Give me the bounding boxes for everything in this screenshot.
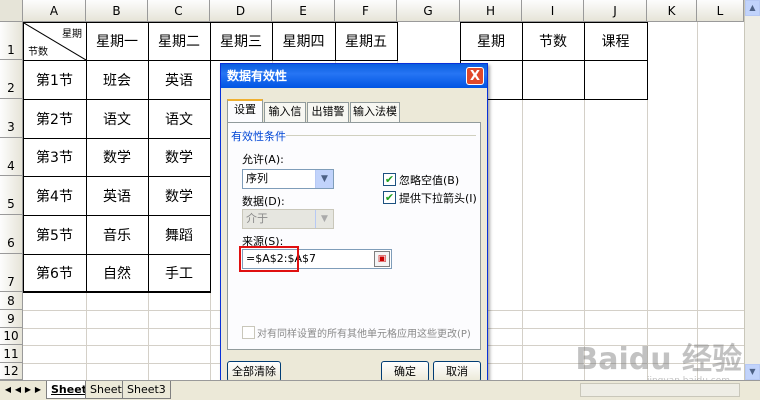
apply-all-label: 对有同样设置的所有其他单元格应用这些更改(P): [257, 329, 471, 340]
period-label: 节数: [28, 47, 48, 58]
cell-period[interactable]: 第4节: [23, 176, 86, 215]
cell-course[interactable]: 数学: [148, 138, 210, 176]
row-header-9[interactable]: 9: [0, 310, 23, 328]
cell-course[interactable]: 自然: [86, 254, 148, 292]
clear-all-button[interactable]: 全部清除(C): [227, 361, 281, 397]
dialog-title: 数据有效性: [221, 64, 487, 88]
cell-a1-diagonal-header[interactable]: 星期 节数: [24, 23, 86, 60]
cell-i1[interactable]: 节数: [522, 22, 584, 60]
in-cell-dropdown-checkbox[interactable]: ✔: [383, 191, 396, 204]
ignore-blank-label: 忽略空值(B): [399, 174, 460, 187]
range-picker-icon[interactable]: ▣: [374, 251, 390, 267]
cell-course[interactable]: 手工: [148, 254, 210, 292]
ignore-blank-checkbox[interactable]: ✔: [383, 173, 396, 186]
data-label: 数据(D):: [242, 195, 285, 208]
column-header-i[interactable]: I: [522, 0, 584, 22]
baidu-watermark: Baidu 经验: [575, 342, 742, 377]
horizontal-scrollbar[interactable]: [580, 383, 740, 397]
row-header-2[interactable]: 2: [0, 60, 23, 99]
allow-label: 允许(A):: [242, 153, 284, 166]
cell-course[interactable]: 语文: [86, 99, 148, 138]
next-sheet-icon[interactable]: ▶: [23, 384, 33, 396]
prev-sheet-icon[interactable]: ◀: [13, 384, 23, 396]
cell-period[interactable]: 第2节: [23, 99, 86, 138]
row-header-7[interactable]: 7: [0, 254, 23, 292]
cell-course[interactable]: 数学: [86, 138, 148, 176]
settings-panel: 有效性条件 允许(A): 序列 ▼ 数据(D): 介于 ▼ ✔ 忽略空值(B) …: [227, 122, 481, 350]
row-header-5[interactable]: 5: [0, 176, 23, 215]
tab-settings[interactable]: 设置: [227, 99, 263, 123]
row-header-11[interactable]: 11: [0, 345, 23, 363]
cell-course[interactable]: 英语: [86, 176, 148, 215]
chevron-down-icon: ▼: [315, 210, 333, 228]
cell-day[interactable]: 星期三: [210, 22, 272, 60]
scroll-up-arrow-icon[interactable]: ▲: [745, 0, 760, 16]
scroll-down-arrow-icon[interactable]: ▼: [745, 364, 760, 380]
cell-h1[interactable]: 星期: [460, 22, 522, 60]
column-header-h[interactable]: H: [460, 0, 522, 22]
data-validation-dialog: 数据有效性 X 设置 输入信息 出错警告 输入法模式 有效性条件 允许(A): …: [220, 63, 488, 397]
row-header-1[interactable]: 1: [0, 22, 23, 60]
cell-period[interactable]: 第1节: [23, 60, 86, 99]
allow-value: 序列: [246, 172, 268, 185]
tab-error-alert[interactable]: 出错警告: [307, 102, 349, 136]
column-header-l[interactable]: L: [697, 0, 744, 22]
tab-input-message[interactable]: 输入信息: [264, 102, 306, 136]
cell-day[interactable]: 星期一: [86, 22, 148, 60]
apply-all-checkbox: [242, 326, 255, 339]
weekday-label: 星期: [62, 29, 82, 40]
sheet-tab-bar: ◀ ◀ ▶ ▶ Sheet1 Sheet2 Sheet3: [0, 380, 760, 400]
tab-sheet3[interactable]: Sheet3: [122, 381, 171, 399]
column-header-g[interactable]: G: [397, 0, 460, 22]
first-sheet-icon[interactable]: ◀: [3, 384, 13, 396]
cell-day[interactable]: 星期四: [272, 22, 335, 60]
ok-button[interactable]: 确定: [381, 361, 429, 382]
cell-course[interactable]: 英语: [148, 60, 210, 99]
in-cell-dropdown-label: 提供下拉箭头(I): [399, 192, 477, 205]
data-select: 介于 ▼: [242, 209, 334, 229]
validation-criteria-label: 有效性条件: [231, 130, 286, 143]
cell-period[interactable]: 第3节: [23, 138, 86, 176]
data-value: 介于: [246, 212, 268, 225]
cancel-button[interactable]: 取消: [433, 361, 481, 382]
allow-select[interactable]: 序列 ▼: [242, 169, 334, 189]
cell-day[interactable]: 星期五: [335, 22, 397, 60]
last-sheet-icon[interactable]: ▶: [33, 384, 43, 396]
highlight-box: [239, 246, 299, 272]
row-header-12[interactable]: 12: [0, 363, 23, 380]
row-header-10[interactable]: 10: [0, 328, 23, 345]
cell-course[interactable]: 班会: [86, 60, 148, 99]
close-icon[interactable]: X: [466, 67, 484, 85]
column-header-e[interactable]: E: [272, 0, 335, 22]
cell-period[interactable]: 第5节: [23, 215, 86, 254]
column-header-d[interactable]: D: [210, 0, 272, 22]
row-header-3[interactable]: 3: [0, 99, 23, 138]
cell-day[interactable]: 星期二: [148, 22, 210, 60]
cell-j1[interactable]: 课程: [584, 22, 647, 60]
row-header-6[interactable]: 6: [0, 215, 23, 254]
cell-course[interactable]: 音乐: [86, 215, 148, 254]
chevron-down-icon[interactable]: ▼: [315, 170, 333, 188]
vertical-scrollbar[interactable]: ▲ ▼: [744, 0, 760, 380]
cell-course[interactable]: 数学: [148, 176, 210, 215]
column-header-f[interactable]: F: [335, 0, 397, 22]
cell-period[interactable]: 第6节: [23, 254, 86, 292]
column-header-c[interactable]: C: [148, 0, 210, 22]
cell-course[interactable]: 语文: [148, 99, 210, 138]
row-header-8[interactable]: 8: [0, 292, 23, 310]
tab-ime-mode[interactable]: 输入法模式: [350, 102, 400, 136]
cell-course[interactable]: 舞蹈: [148, 215, 210, 254]
row-header-4[interactable]: 4: [0, 138, 23, 176]
column-header-j[interactable]: J: [584, 0, 647, 22]
select-all-corner[interactable]: [0, 0, 23, 22]
column-header-a[interactable]: A: [23, 0, 86, 22]
column-header-b[interactable]: B: [86, 0, 148, 22]
column-header-k[interactable]: K: [647, 0, 697, 22]
